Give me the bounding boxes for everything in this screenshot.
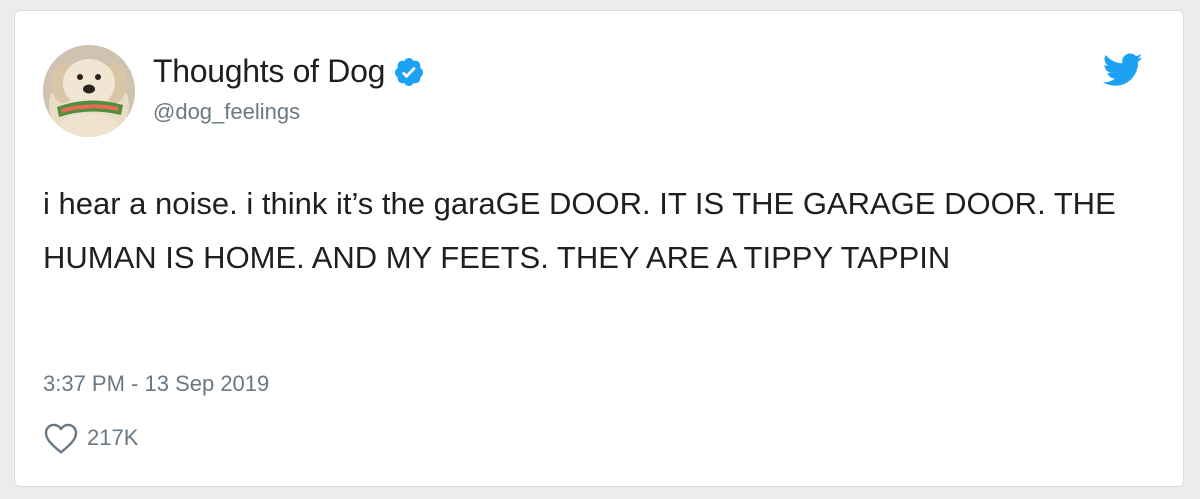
author-handle[interactable]: @dog_feelings [153, 99, 300, 125]
like-button[interactable]: 217K [43, 421, 138, 455]
heart-icon[interactable] [43, 421, 79, 455]
avatar[interactable] [43, 45, 135, 137]
author-name-row[interactable]: Thoughts of Dog [153, 53, 425, 90]
verified-badge-icon [395, 57, 424, 86]
tweet-card: Thoughts of Dog @dog_feelings i hear a n… [14, 10, 1184, 487]
dog-avatar-image [43, 45, 135, 137]
tweet-timestamp[interactable]: 3:37 PM - 13 Sep 2019 [43, 371, 269, 397]
author-display-name[interactable]: Thoughts of Dog [153, 53, 385, 90]
tweet-text: i hear a noise. i think it’s the garaGE … [43, 186, 1116, 275]
like-count: 217K [87, 425, 139, 450]
twitter-bird-icon[interactable] [1103, 53, 1143, 87]
